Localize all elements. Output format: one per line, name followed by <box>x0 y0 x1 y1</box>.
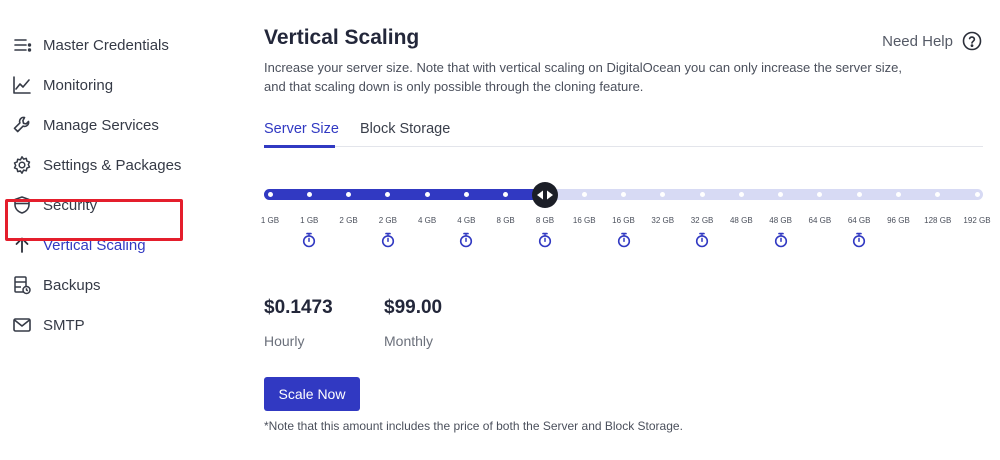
sidebar-item-label: Settings & Packages <box>43 156 182 174</box>
handle-arrows-icon <box>536 190 553 200</box>
slider-tick-label: 8 GB <box>535 216 555 225</box>
sidebar-item-label: Backups <box>43 276 101 294</box>
stopwatch-icon <box>381 232 394 248</box>
sidebar-item-label: Master Credentials <box>43 36 169 54</box>
stopwatch-icon <box>774 232 787 248</box>
slider-tick-label: 96 GB <box>887 216 910 225</box>
slider-stop[interactable] <box>621 192 626 197</box>
slider-stop[interactable] <box>974 192 980 197</box>
price-note: *Note that this amount includes the pric… <box>264 419 683 433</box>
slider-handle[interactable] <box>531 182 558 208</box>
sidebar-item-manage-services[interactable]: Manage Services <box>12 113 159 137</box>
slider-tick-label: 32 GB <box>690 216 714 225</box>
server-size-slider[interactable]: 1 GB 1 GB 2 GB 2 GB 4 GB 4 GB 8 GB 8 GB 16 GB 16 … <box>260 180 991 250</box>
stopwatch-icon <box>695 232 709 248</box>
stopwatch-icon <box>303 232 316 248</box>
slider-tick-label: 16 GB <box>572 216 596 225</box>
slider-tick-label: 32 GB <box>651 216 675 225</box>
slider-tick-label: 2 GB <box>378 216 397 225</box>
sidebar-item-label: Manage Services <box>43 116 159 134</box>
slider-tick-label: 128 GB <box>924 216 952 225</box>
stopwatch-icon <box>617 232 630 248</box>
page-title: Vertical Scaling <box>264 26 420 49</box>
need-help-link[interactable]: Need Help <box>882 31 982 51</box>
wrench-icon <box>12 115 32 135</box>
sidebar-item-monitoring[interactable]: Monitoring <box>12 73 113 97</box>
slider-tick-label: 16 GB <box>612 216 635 225</box>
hourly-price: $0.1473 <box>264 297 333 318</box>
slider-tick-label: 2 GB <box>339 216 358 225</box>
list-icon <box>12 35 32 55</box>
slider-tick-label: 4 GB <box>457 216 476 225</box>
slider-stop[interactable] <box>424 192 430 197</box>
slider-stop[interactable] <box>738 192 744 197</box>
backup-icon <box>12 275 32 295</box>
sidebar-item-master-credentials[interactable]: Master Credentials <box>12 33 169 57</box>
slider-stop[interactable] <box>463 192 469 197</box>
sidebar-item-settings-packages[interactable]: Settings & Packages <box>12 153 181 177</box>
slider-stop[interactable] <box>699 192 705 197</box>
hourly-label: Hourly <box>264 333 305 349</box>
slider-stop[interactable] <box>581 192 587 197</box>
page-description: Increase your server size. Note that wit… <box>264 60 903 94</box>
active-tab-indicator <box>264 145 335 148</box>
tab-bar: Server Size Block Storage <box>264 121 983 148</box>
stopwatch-icon <box>538 232 552 248</box>
sidebar-item-backups[interactable]: Backups <box>12 273 101 297</box>
monthly-price: $99.00 <box>384 297 443 318</box>
need-help-label: Need Help <box>882 32 953 50</box>
slider-stop[interactable] <box>895 192 901 197</box>
slider-tick-label: 4 GB <box>417 216 437 225</box>
slider-stop[interactable] <box>267 192 273 197</box>
slider-stop[interactable] <box>306 192 312 197</box>
active-item-highlight <box>5 199 183 241</box>
monthly-label: Monthly <box>384 333 434 349</box>
question-circle-icon <box>962 31 982 51</box>
tab-block-storage[interactable]: Block Storage <box>360 121 450 137</box>
tab-server-size[interactable]: Server Size <box>264 121 339 137</box>
slider-tick-label: 64 GB <box>808 216 832 225</box>
slider-tick-label: 1 GB <box>260 216 280 225</box>
slider-stop[interactable] <box>856 192 862 197</box>
sidebar-item-smtp[interactable]: SMTP <box>12 313 85 337</box>
slider-tick-label: 48 GB <box>769 216 792 225</box>
slider-tick-label: 64 GB <box>847 216 871 225</box>
stopwatch-icon <box>460 232 473 248</box>
sidebar-item-label: SMTP <box>43 316 85 334</box>
slider-tick-label: 192 GB <box>963 216 991 225</box>
mail-icon <box>12 315 32 335</box>
slider-tick-label: 1 GB <box>300 216 319 225</box>
chart-line-icon <box>12 75 32 95</box>
sidebar-item-label: Monitoring <box>43 76 114 94</box>
stopwatch-icon <box>853 232 866 248</box>
scale-now-button[interactable]: Scale Now <box>264 377 360 411</box>
slider-tick-label: 8 GB <box>496 216 515 225</box>
slider-tick-label: 48 GB <box>729 216 753 225</box>
gear-icon <box>12 155 32 175</box>
